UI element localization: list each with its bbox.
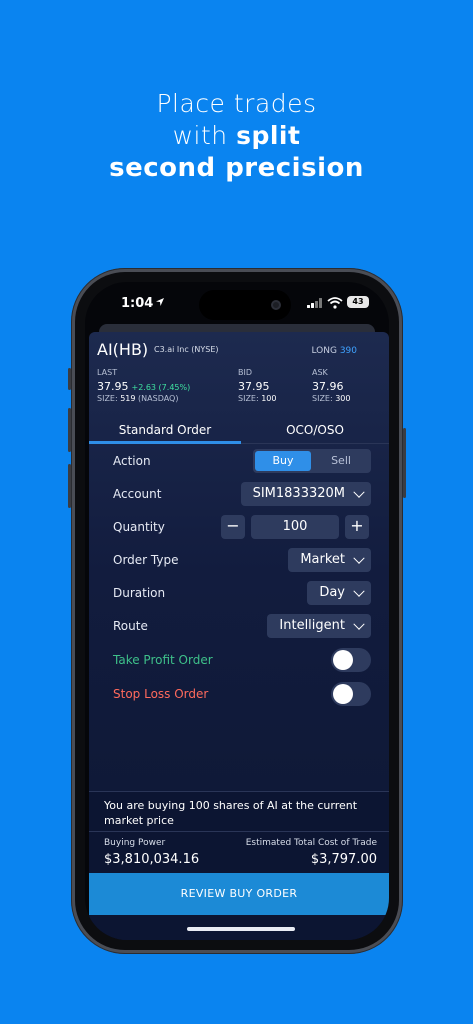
marketing-headline: Place trades with split second precision <box>0 88 473 184</box>
route-row: Route Intelligent <box>113 614 371 638</box>
ask-value: 37.96 <box>312 380 344 393</box>
est-cost-value: $3,797.00 <box>310 852 377 867</box>
take-profit-label: Take Profit Order <box>113 653 213 667</box>
buying-power-panel: Buying Power $3,810,034.16 Estimated Tot… <box>89 831 389 873</box>
quantity-decrement-button[interactable]: − <box>221 515 245 539</box>
cellular-signal-icon <box>307 298 322 308</box>
stop-loss-label: Stop Loss Order <box>113 687 209 701</box>
action-row: Action Buy Sell <box>113 449 371 473</box>
quote-header: AI(HB) C3.ai Inc (NYSE) LONG 390 LAST 37… <box>89 332 389 407</box>
route-value: Intelligent <box>279 618 345 633</box>
phone-action-button <box>68 368 71 390</box>
duration-dropdown[interactable]: Day <box>307 581 371 605</box>
est-cost-label: Estimated Total Cost of Trade <box>245 838 377 848</box>
bid-size: SIZE: 100 <box>238 394 277 403</box>
position-label: LONG <box>311 346 337 356</box>
status-time: 1:04 <box>121 296 154 311</box>
account-value: SIM1833320M <box>252 486 345 501</box>
buy-button[interactable]: Buy <box>255 451 311 471</box>
position-value: 390 <box>339 346 357 356</box>
last-exchange: (NASDAQ) <box>138 394 179 403</box>
order-type-row: Order Type Market <box>113 548 371 572</box>
location-arrow-icon <box>156 298 164 306</box>
duration-label: Duration <box>113 586 166 600</box>
phone-power-button <box>403 428 406 498</box>
quantity-row: Quantity − 100 + <box>113 515 371 539</box>
phone-volume-down-button <box>68 464 71 508</box>
symbol-title: AI(HB) <box>97 340 149 359</box>
tab-standard-order[interactable]: Standard Order <box>89 420 241 444</box>
phone-screen: 1:04 43 AI(HB) C3.ai Inc (NYSE) LONG 390… <box>85 282 389 940</box>
chevron-down-icon <box>353 486 365 498</box>
headline-line-2-bold: split <box>236 121 301 150</box>
bid-label: BID <box>238 368 253 377</box>
ask-label: ASK <box>312 368 328 377</box>
ask-size: SIZE: 300 <box>312 394 351 403</box>
chevron-down-icon <box>353 618 365 630</box>
quantity-input[interactable]: 100 <box>251 515 339 539</box>
phone-frame: 1:04 43 AI(HB) C3.ai Inc (NYSE) LONG 390… <box>68 268 406 954</box>
home-indicator-area <box>89 915 389 940</box>
headline-line-3: second precision <box>109 153 364 183</box>
home-indicator[interactable] <box>187 927 295 931</box>
last-size: SIZE: 519 (NASDAQ) <box>97 394 178 403</box>
headline-line-2: with split <box>0 120 473 152</box>
last-price: 37.95 +2.63 (7.45%) <box>97 380 190 393</box>
last-size-label: SIZE: <box>97 394 118 403</box>
route-label: Route <box>113 619 148 633</box>
order-type-label: Order Type <box>113 553 179 567</box>
take-profit-toggle[interactable] <box>331 648 371 672</box>
toggle-knob <box>333 684 353 704</box>
toggle-knob <box>333 650 353 670</box>
headline-line-2-prefix: with <box>172 121 237 150</box>
chevron-down-icon <box>353 552 365 564</box>
bid-size-value: 100 <box>261 394 277 403</box>
quantity-increment-button[interactable]: + <box>345 515 369 539</box>
bid-size-label: SIZE: <box>238 394 259 403</box>
action-label: Action <box>113 454 151 468</box>
stop-loss-toggle[interactable] <box>331 682 371 706</box>
front-camera <box>271 300 281 310</box>
last-label: LAST <box>97 368 118 377</box>
order-summary-text: You are buying 100 shares of AI at the c… <box>89 791 389 831</box>
account-row: Account SIM1833320M <box>113 482 371 506</box>
position-indicator: LONG 390 <box>311 346 357 356</box>
order-tabs: Standard Order OCO/OSO <box>89 420 389 444</box>
last-value: 37.95 <box>97 380 129 393</box>
account-label: Account <box>113 487 162 501</box>
last-size-value: 519 <box>120 394 136 403</box>
bid-value: 37.95 <box>238 380 270 393</box>
ask-size-label: SIZE: <box>312 394 333 403</box>
action-segmented-control: Buy Sell <box>253 449 371 473</box>
account-dropdown[interactable]: SIM1833320M <box>240 482 371 506</box>
review-buy-order-button[interactable]: REVIEW BUY ORDER <box>89 873 389 915</box>
phone-volume-up-button <box>68 408 71 452</box>
wifi-icon <box>327 297 343 309</box>
status-bar: 1:04 43 <box>85 282 389 326</box>
order-type-value: Market <box>300 552 345 567</box>
phone-bezel: 1:04 43 AI(HB) C3.ai Inc (NYSE) LONG 390… <box>75 272 399 950</box>
buying-power-value: $3,810,034.16 <box>104 852 200 867</box>
battery-icon: 43 <box>347 296 369 308</box>
symbol-description: C3.ai Inc (NYSE) <box>154 345 219 354</box>
last-change: +2.63 (7.45%) <box>131 383 191 392</box>
quantity-label: Quantity <box>113 520 165 534</box>
order-ticket: AI(HB) C3.ai Inc (NYSE) LONG 390 LAST 37… <box>89 332 389 940</box>
take-profit-row: Take Profit Order <box>113 648 371 672</box>
route-dropdown[interactable]: Intelligent <box>267 614 371 638</box>
sell-button[interactable]: Sell <box>313 451 369 471</box>
chevron-down-icon <box>353 585 365 597</box>
duration-row: Duration Day <box>113 581 371 605</box>
buying-power-label: Buying Power <box>104 838 166 848</box>
tab-oco-oso[interactable]: OCO/OSO <box>241 420 389 444</box>
ask-size-value: 300 <box>335 394 351 403</box>
stop-loss-row: Stop Loss Order <box>113 682 371 706</box>
dynamic-island <box>199 290 291 320</box>
duration-value: Day <box>319 585 345 600</box>
headline-line-1: Place trades <box>156 89 317 118</box>
order-type-dropdown[interactable]: Market <box>288 548 371 572</box>
